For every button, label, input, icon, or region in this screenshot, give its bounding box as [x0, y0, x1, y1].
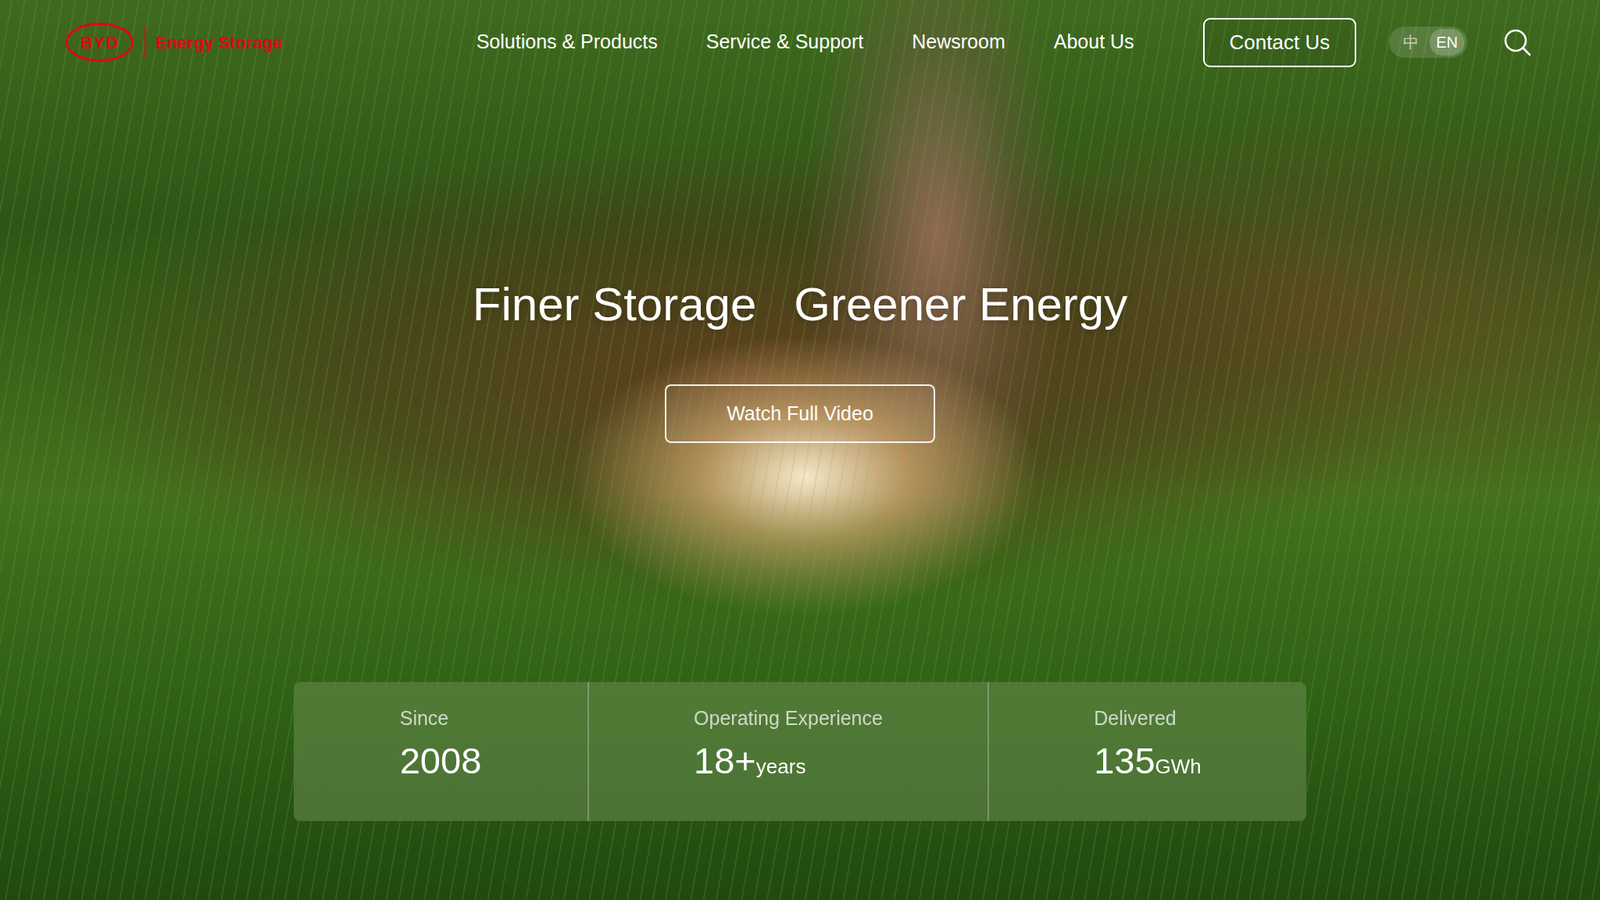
language-option[interactable]: 中 — [1396, 28, 1425, 56]
hero-section: BYD Energy Storage Solutions & Products Ser… — [0, 0, 1600, 900]
stat-number: 135 — [1093, 739, 1155, 782]
search-icon[interactable] — [1501, 26, 1533, 58]
stat-item: Delivered 135GWh — [987, 682, 1307, 822]
stat-item: Since 2008 — [293, 682, 588, 822]
logo-text: Energy Storage — [155, 29, 283, 56]
top-bar: BYD Energy Storage Solutions & Products Ser… — [0, 0, 1600, 72]
stat-unit: GWh — [1155, 754, 1202, 779]
hero-title-part: Greener Energy — [793, 276, 1128, 333]
stat-value: 18+years — [693, 739, 883, 783]
stat-content: Operating Experience 18+years — [693, 703, 883, 800]
logo[interactable]: BYD Energy Storage — [65, 22, 283, 62]
stat-item: Operating Experience 18+years — [587, 682, 988, 822]
stat-number: 18+ — [693, 739, 757, 782]
contact-button[interactable]: Contact Us — [1203, 17, 1358, 68]
stat-content: Since 2008 — [400, 703, 483, 800]
stat-number: 2008 — [400, 739, 483, 782]
nav-link[interactable]: Service & Support — [706, 27, 865, 58]
watch-video-button[interactable]: Watch Full Video — [664, 384, 936, 443]
nav-link[interactable]: About Us — [1053, 27, 1135, 58]
hero-content: Finer Storage Greener Energy Watch Full Vi… — [0, 71, 1600, 443]
stat-content: Delivered 135GWh — [1093, 703, 1202, 800]
hero-title: Finer Storage Greener Energy — [472, 276, 1128, 333]
stat-label: Delivered — [1093, 703, 1202, 734]
stat-unit: years — [756, 754, 807, 779]
hero-title-part: Finer Storage — [472, 276, 758, 333]
language-toggle: 中EN — [1389, 26, 1468, 58]
logo-mark: BYD — [65, 22, 134, 62]
stat-label: Operating Experience — [693, 703, 883, 734]
stat-value: 2008 — [400, 739, 483, 783]
stat-value: 135GWh — [1093, 739, 1202, 783]
nav-link[interactable]: Solutions & Products — [476, 27, 658, 58]
logo-divider — [144, 25, 147, 60]
nav-link[interactable]: Newsroom — [911, 27, 1005, 58]
stat-label: Since — [400, 703, 483, 734]
language-option[interactable]: EN — [1429, 28, 1465, 56]
main-nav: Solutions & Products Service & Support New… — [476, 27, 1135, 58]
stats-panel: Since 2008 Operating Experience 18+years Del… — [293, 682, 1307, 822]
